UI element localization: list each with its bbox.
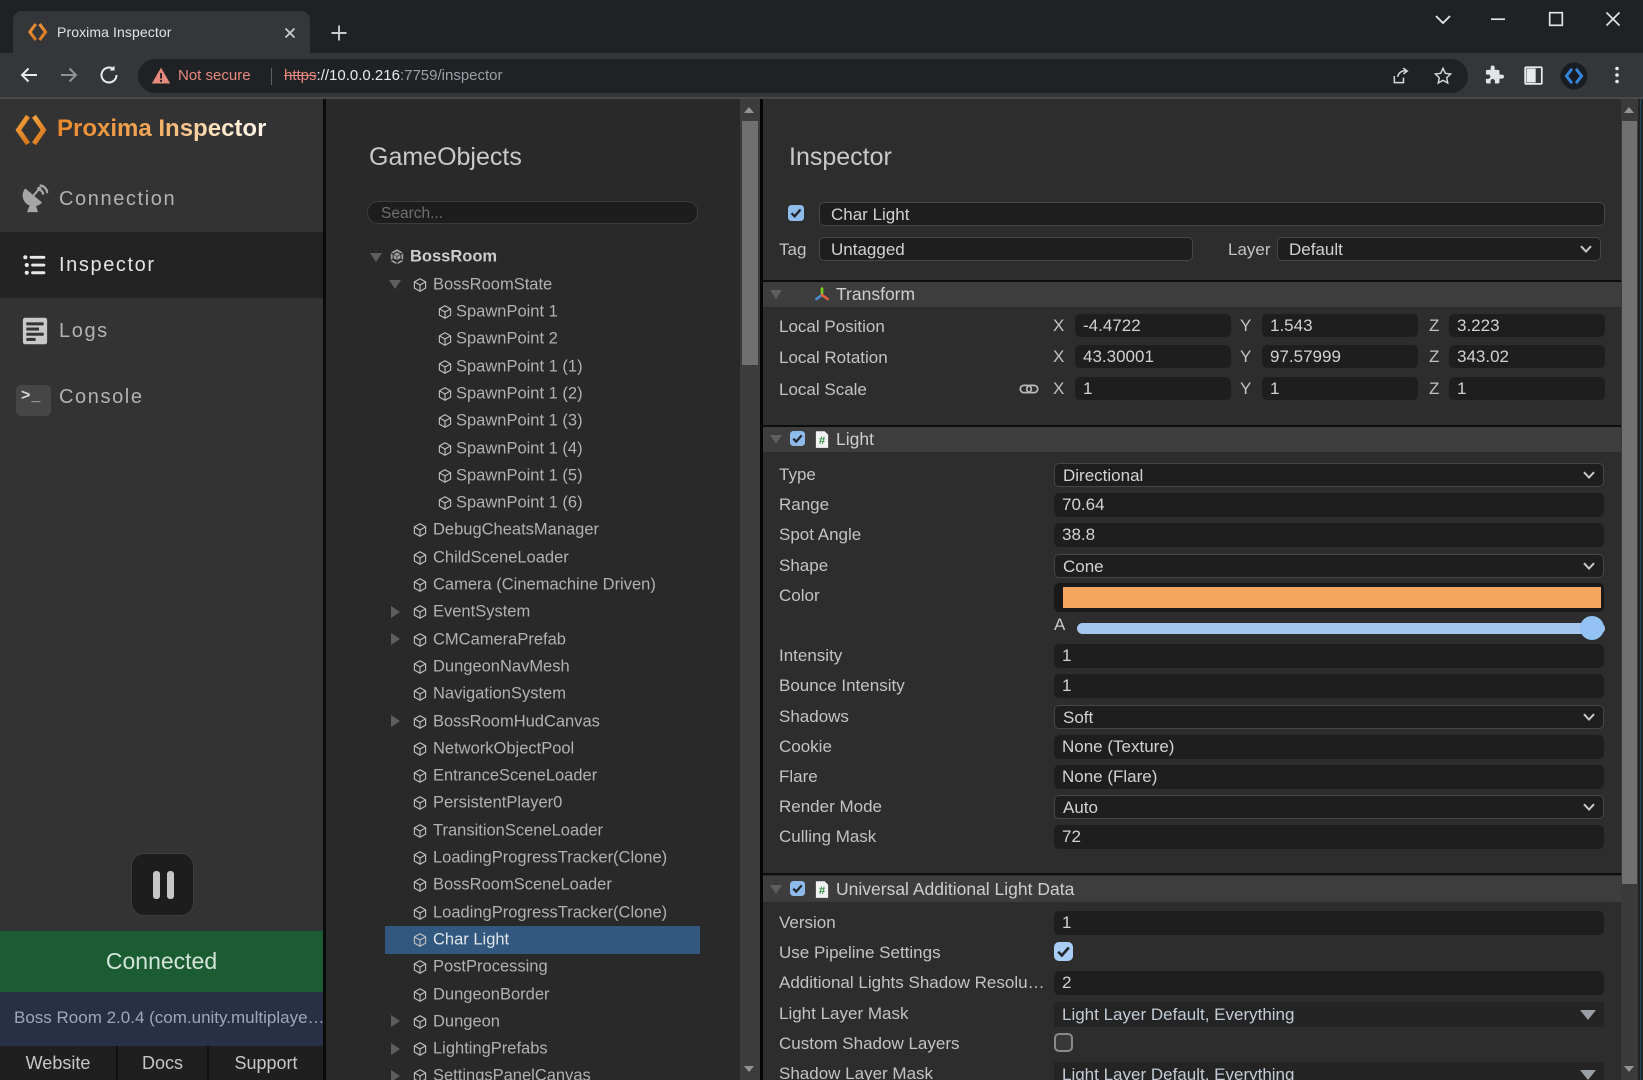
svg-text:#: # (819, 435, 826, 447)
svg-text:#: # (819, 885, 826, 897)
